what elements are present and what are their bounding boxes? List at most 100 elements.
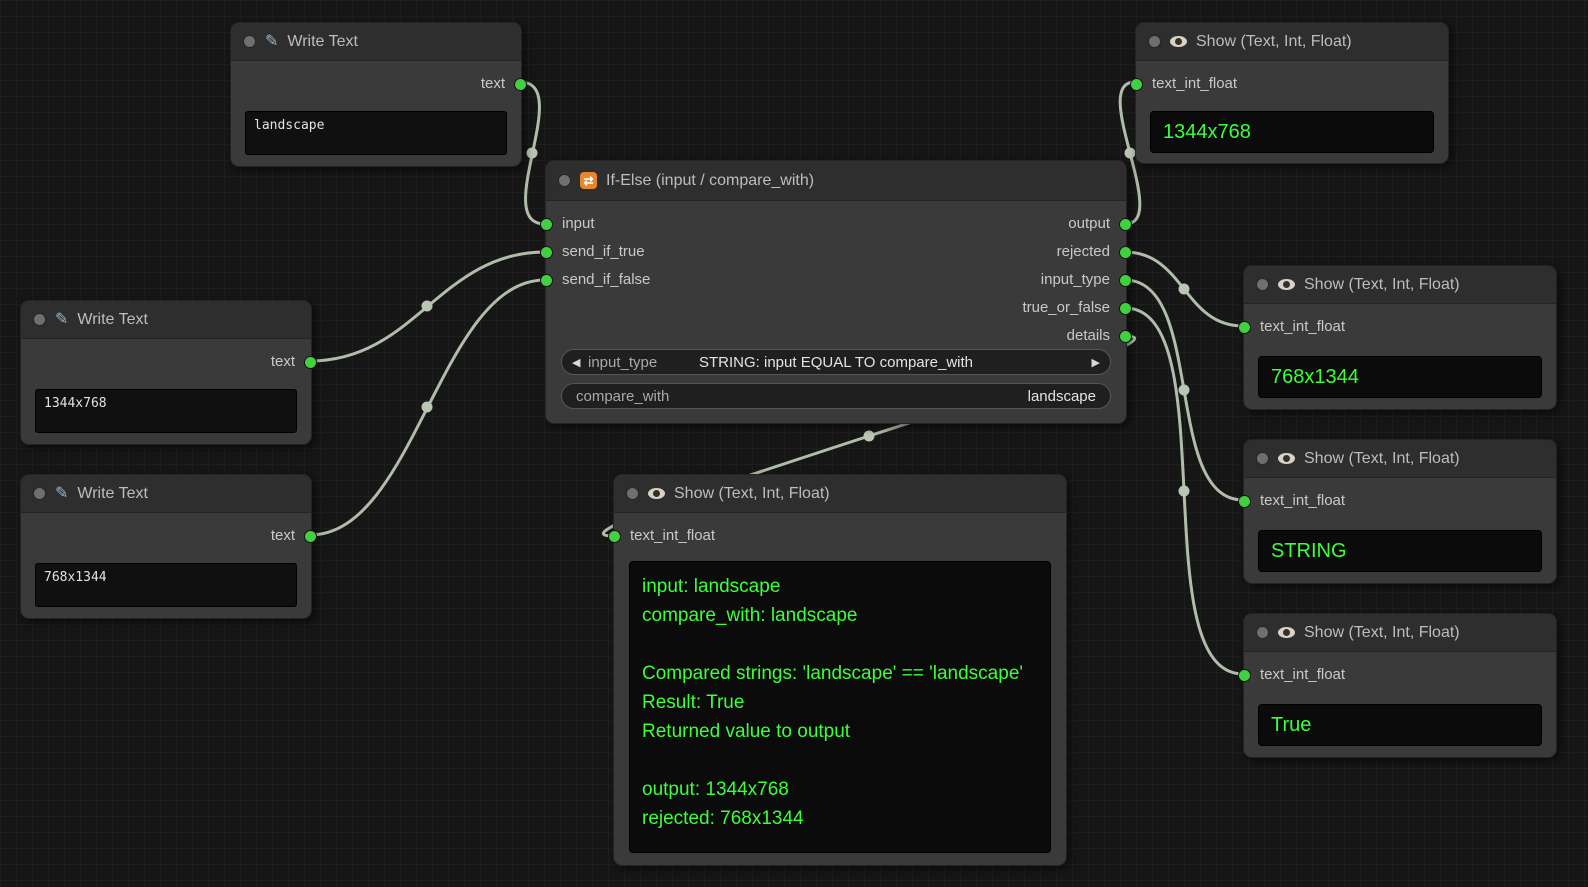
- output-port-true-or-false[interactable]: [1119, 302, 1132, 315]
- node-write-text-1[interactable]: ✎ Write Text text landscape: [230, 22, 522, 167]
- collapse-dot[interactable]: [626, 487, 639, 500]
- quill-icon: ✎: [55, 486, 68, 502]
- combo-prev-icon[interactable]: ◀: [572, 350, 580, 376]
- collapse-dot[interactable]: [1148, 35, 1161, 48]
- node-header[interactable]: Show (Text, Int, Float): [1244, 440, 1556, 478]
- input-port-send-if-true[interactable]: [540, 246, 553, 259]
- input-row-text-int-float: text_int_float: [1244, 662, 1440, 688]
- node-write-text-2[interactable]: ✎ Write Text text 1344x768: [20, 300, 312, 445]
- link-midpoint-dot: [422, 301, 433, 312]
- node-title: Show (Text, Int, Float): [1304, 276, 1460, 294]
- node-header[interactable]: Show (Text, Int, Float): [1136, 23, 1448, 61]
- node-header[interactable]: ✎ Write Text: [21, 301, 311, 339]
- output-row-true-or-false: true_or_false: [910, 295, 1126, 321]
- node-header[interactable]: Show (Text, Int, Float): [614, 475, 1066, 513]
- input-port-text-int-float[interactable]: [1238, 321, 1251, 334]
- link-midpoint-dot: [422, 402, 433, 413]
- eye-icon: [1278, 627, 1295, 638]
- port-label: text: [271, 353, 295, 370]
- combo-value: STRING: input EQUAL TO compare_with: [699, 354, 973, 371]
- eye-icon: [648, 488, 665, 499]
- input-row-text-int-float: text_int_float: [1244, 488, 1440, 514]
- show-value: 768x1344: [1258, 356, 1542, 398]
- port-label: text: [481, 75, 505, 92]
- node-show-details[interactable]: Show (Text, Int, Float) text_int_float i…: [613, 474, 1067, 866]
- output-port-output[interactable]: [1119, 218, 1132, 231]
- collapse-dot[interactable]: [33, 313, 46, 326]
- output-port-text[interactable]: [304, 356, 317, 369]
- port-label: text_int_float: [1260, 666, 1345, 683]
- field-value: landscape: [1028, 384, 1096, 408]
- collapse-dot[interactable]: [33, 487, 46, 500]
- combo-next-icon[interactable]: ▶: [1092, 350, 1100, 376]
- input-row-text-int-float: text_int_float: [1136, 71, 1332, 97]
- show-value: True: [1258, 704, 1542, 746]
- node-if-else[interactable]: ⇄ If-Else (input / compare_with) input s…: [545, 160, 1127, 424]
- input-port-text-int-float[interactable]: [1238, 495, 1251, 508]
- show-value-multiline: input: landscape compare_with: landscape…: [629, 561, 1051, 853]
- node-show-true-or-false[interactable]: Show (Text, Int, Float) text_int_float T…: [1243, 613, 1557, 758]
- port-label: output: [1068, 215, 1110, 232]
- input-port-text-int-float[interactable]: [1130, 78, 1143, 91]
- node-header[interactable]: ✎ Write Text: [231, 23, 521, 61]
- input-port-input[interactable]: [540, 218, 553, 231]
- output-row-text: text: [385, 71, 521, 97]
- output-port-input-type[interactable]: [1119, 274, 1132, 287]
- link-midpoint-dot: [527, 148, 538, 159]
- input-port-text-int-float[interactable]: [1238, 669, 1251, 682]
- node-title: Show (Text, Int, Float): [1304, 450, 1460, 468]
- output-row-text: text: [175, 349, 311, 375]
- link-midpoint-dot: [1179, 385, 1190, 396]
- output-port-details[interactable]: [1119, 330, 1132, 343]
- node-write-text-3[interactable]: ✎ Write Text text 768x1344: [20, 474, 312, 619]
- show-value: 1344x768: [1150, 111, 1434, 153]
- input-type-combo[interactable]: ◀ input_type STRING: input EQUAL TO comp…: [561, 349, 1111, 375]
- port-label: text: [271, 527, 295, 544]
- node-show-input-type[interactable]: Show (Text, Int, Float) text_int_float S…: [1243, 439, 1557, 584]
- eye-icon: [1170, 36, 1187, 47]
- link-midpoint-dot: [1179, 284, 1190, 295]
- output-row-text: text: [175, 523, 311, 549]
- output-port-text[interactable]: [514, 78, 527, 91]
- collapse-dot[interactable]: [1256, 626, 1269, 639]
- node-title: Write Text: [287, 33, 358, 51]
- node-title: Show (Text, Int, Float): [1196, 33, 1352, 51]
- node-graph-canvas[interactable]: ✎ Write Text text landscape ✎ Write Text…: [0, 0, 1588, 887]
- output-row-rejected: rejected: [910, 239, 1126, 265]
- node-header[interactable]: Show (Text, Int, Float): [1244, 614, 1556, 652]
- show-value: STRING: [1258, 530, 1542, 572]
- collapse-dot[interactable]: [1256, 452, 1269, 465]
- text-input[interactable]: 1344x768: [35, 389, 297, 433]
- input-port-text-int-float[interactable]: [608, 530, 621, 543]
- node-show-output[interactable]: Show (Text, Int, Float) text_int_float 1…: [1135, 22, 1449, 164]
- collapse-dot[interactable]: [558, 174, 571, 187]
- output-port-text[interactable]: [304, 530, 317, 543]
- node-header[interactable]: ⇄ If-Else (input / compare_with): [546, 161, 1126, 201]
- port-label: details: [1067, 327, 1110, 344]
- output-port-rejected[interactable]: [1119, 246, 1132, 259]
- port-label: text_int_float: [1260, 492, 1345, 509]
- port-label: text_int_float: [1260, 318, 1345, 335]
- link-midpoint-dot: [864, 431, 875, 442]
- output-row-output: output: [910, 211, 1126, 237]
- eye-icon: [1278, 453, 1295, 464]
- compare-with-field[interactable]: compare_with landscape: [561, 383, 1111, 409]
- collapse-dot[interactable]: [1256, 278, 1269, 291]
- node-header[interactable]: ✎ Write Text: [21, 475, 311, 513]
- input-row-input: input: [546, 211, 762, 237]
- text-input[interactable]: 768x1344: [35, 563, 297, 607]
- port-label: send_if_true: [562, 243, 645, 260]
- port-label: send_if_false: [562, 271, 650, 288]
- collapse-dot[interactable]: [243, 35, 256, 48]
- node-title: Show (Text, Int, Float): [674, 485, 830, 503]
- combo-label: input_type: [588, 350, 657, 376]
- input-port-send-if-false[interactable]: [540, 274, 553, 287]
- input-row-text-int-float: text_int_float: [1244, 314, 1440, 340]
- node-header[interactable]: Show (Text, Int, Float): [1244, 266, 1556, 304]
- link-midpoint-dot: [1125, 148, 1136, 159]
- text-input[interactable]: landscape: [245, 111, 507, 155]
- input-row-text-int-float: text_int_float: [614, 523, 830, 549]
- port-label: rejected: [1057, 243, 1110, 260]
- node-show-rejected[interactable]: Show (Text, Int, Float) text_int_float 7…: [1243, 265, 1557, 410]
- quill-icon: ✎: [265, 34, 278, 50]
